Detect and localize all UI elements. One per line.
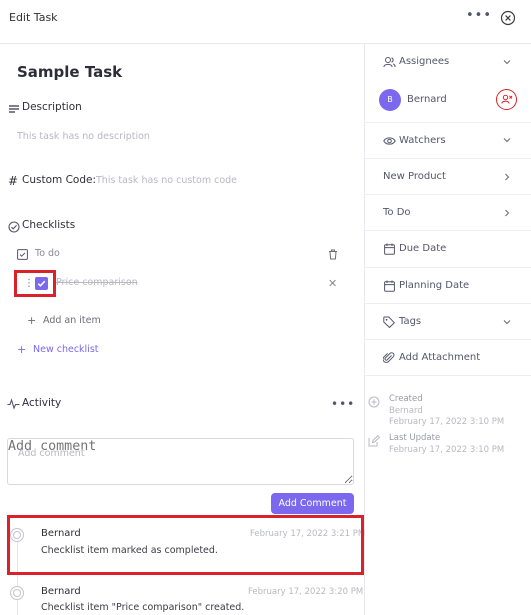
new-product-label: New Product xyxy=(383,171,446,182)
trash-icon[interactable] xyxy=(328,249,338,260)
add-item-button[interactable]: Add an item xyxy=(43,315,101,326)
due-date-label: Due Date xyxy=(399,243,447,254)
eye-icon xyxy=(383,135,396,147)
modal-header xyxy=(0,0,531,44)
planning-date-label: Planning Date xyxy=(399,280,470,291)
edit-icon xyxy=(368,435,380,447)
activity-label: Activity xyxy=(22,397,62,409)
add-attachment-label: Add Attachment xyxy=(399,352,481,363)
checkbox-square-icon xyxy=(17,249,28,260)
activity-user: Bernard xyxy=(41,586,81,597)
description-field[interactable]: This task has no description xyxy=(17,131,150,142)
chevron-down-icon[interactable] xyxy=(502,57,512,67)
watchers-label: Watchers xyxy=(399,135,446,146)
new-checklist-button[interactable]: New checklist xyxy=(33,344,99,355)
created-label: Created xyxy=(389,394,423,404)
plus-icon: + xyxy=(27,314,37,327)
chevron-down-icon[interactable] xyxy=(502,135,512,145)
last-update-date: February 17, 2022 3:10 PM xyxy=(389,445,505,455)
more-horizontal-icon[interactable]: ••• xyxy=(466,8,492,23)
modal-title: Edit Task xyxy=(9,11,58,24)
plus-icon: + xyxy=(17,343,27,356)
hash-icon: # xyxy=(8,174,19,188)
calendar-icon xyxy=(384,280,396,292)
status-label: To Do xyxy=(383,207,411,218)
created-by: Bernard xyxy=(389,406,423,416)
chevron-right-icon[interactable] xyxy=(502,208,512,218)
last-update-label: Last Update xyxy=(389,433,441,443)
custom-code-label: Custom Code: xyxy=(22,174,96,186)
description-label: Description xyxy=(22,101,82,113)
created-date: February 17, 2022 3:10 PM xyxy=(389,417,505,427)
activity-more-icon[interactable]: ••• xyxy=(331,397,355,411)
tags-label: Tags xyxy=(399,316,422,327)
activity-date: February 17, 2022 3:20 PM xyxy=(248,587,364,597)
checklist-item-text[interactable]: Price comparison xyxy=(56,277,138,288)
assignees-label: Assignees xyxy=(399,56,450,67)
activity-text: Checklist item "Price comparison" create… xyxy=(41,602,245,613)
highlight-annotation xyxy=(14,270,56,297)
chevron-right-icon[interactable] xyxy=(502,172,512,182)
users-icon xyxy=(383,56,396,68)
comment-input[interactable] xyxy=(7,438,354,485)
remove-item-icon[interactable]: ✕ xyxy=(328,277,337,290)
activity-dot-icon xyxy=(10,586,24,600)
plus-circle-icon xyxy=(368,396,380,408)
activity-pulse-icon xyxy=(7,398,20,410)
task-title[interactable]: Sample Task xyxy=(17,63,122,81)
highlight-annotation xyxy=(7,515,364,575)
text-lines-icon xyxy=(8,103,20,115)
assignee-list xyxy=(365,81,531,123)
close-circle-icon[interactable] xyxy=(500,10,516,26)
tag-icon xyxy=(383,316,395,328)
add-comment-button[interactable]: Add Comment xyxy=(271,493,354,514)
chevron-down-icon[interactable] xyxy=(502,317,512,327)
calendar-icon xyxy=(384,243,396,255)
custom-code-field[interactable]: This task has no custom code xyxy=(96,175,237,186)
comment-placeholder: Add comment xyxy=(18,448,85,459)
check-circle-icon xyxy=(8,221,20,233)
checklist-name[interactable]: To do xyxy=(35,248,60,259)
checklists-label: Checklists xyxy=(22,219,76,231)
paperclip-icon xyxy=(383,352,395,364)
